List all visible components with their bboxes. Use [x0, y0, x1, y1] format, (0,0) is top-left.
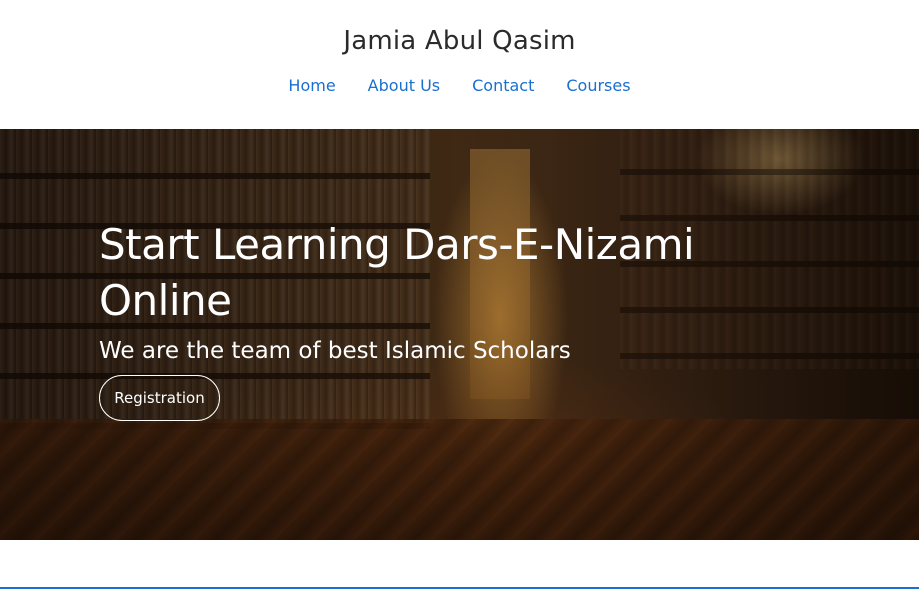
- site-title[interactable]: Jamia Abul Qasim: [0, 26, 919, 56]
- nav-link-contact[interactable]: Contact: [472, 75, 534, 97]
- nav-link-about-us[interactable]: About Us: [368, 75, 440, 97]
- registration-button[interactable]: Registration: [99, 375, 220, 421]
- site-header: Jamia Abul Qasim Home About Us Contact C…: [0, 0, 919, 129]
- hero-banner: Start Learning Dars-E-Nizami Online We a…: [0, 129, 919, 540]
- page: Jamia Abul Qasim Home About Us Contact C…: [0, 0, 919, 589]
- hero-subheading: We are the team of best Islamic Scholars: [99, 338, 571, 364]
- hero-heading: Start Learning Dars-E-Nizami Online: [99, 220, 695, 325]
- nav-link-home[interactable]: Home: [288, 75, 335, 97]
- hero-overlay: [0, 129, 919, 540]
- nav-link-courses[interactable]: Courses: [566, 75, 630, 97]
- main-nav: Home About Us Contact Courses: [0, 75, 919, 97]
